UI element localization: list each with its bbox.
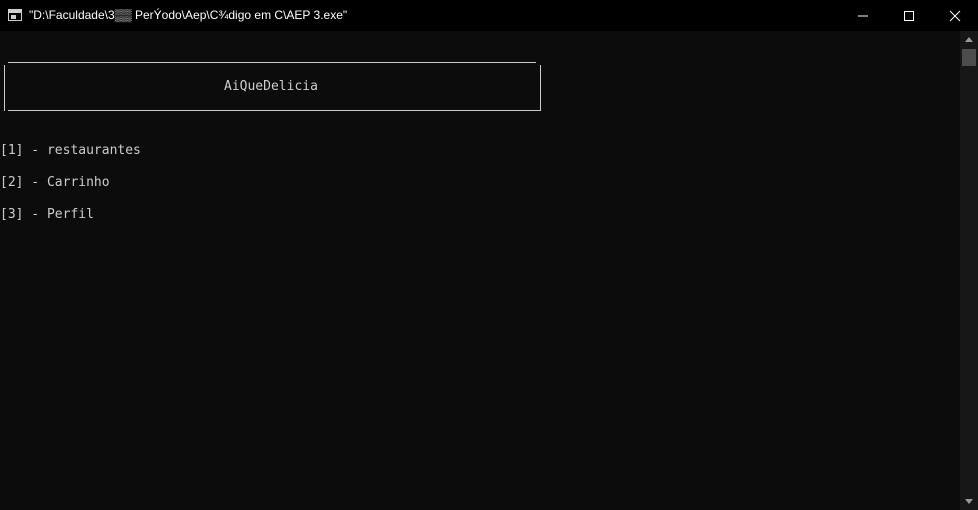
header-box-right-border [540, 65, 541, 111]
menu-option-restaurantes: [1] - restaurantes [0, 143, 141, 158]
minimize-button[interactable] [840, 0, 886, 31]
console-output[interactable]: AiQueDelicia [1] - restaurantes [2] - Ca… [0, 31, 960, 510]
minimize-icon [858, 15, 868, 17]
close-icon [949, 10, 961, 22]
app-header-title: AiQueDelicia [224, 79, 318, 94]
scroll-down-arrow-icon [965, 499, 973, 504]
title-bar[interactable]: "D:\Faculdade\3▒▒ PerÝodo\Aep\C¾digo em … [0, 0, 978, 31]
close-button[interactable] [932, 0, 978, 31]
header-box-left-border [4, 65, 5, 111]
scroll-down-button[interactable] [960, 494, 978, 510]
console-app-icon[interactable] [8, 9, 22, 21]
header-box-top-border [8, 62, 536, 63]
scroll-up-arrow-icon [965, 37, 973, 42]
scroll-up-button[interactable] [960, 31, 978, 47]
menu-option-carrinho: [2] - Carrinho [0, 175, 110, 190]
window-title: "D:\Faculdade\3▒▒ PerÝodo\Aep\C¾digo em … [29, 8, 348, 22]
header-box-bottom-border [8, 110, 541, 111]
maximize-icon [904, 11, 914, 21]
menu-option-perfil: [3] - Perfil [0, 207, 94, 222]
maximize-button[interactable] [886, 0, 932, 31]
vertical-scrollbar[interactable] [960, 31, 978, 510]
scrollbar-thumb[interactable] [962, 49, 976, 66]
